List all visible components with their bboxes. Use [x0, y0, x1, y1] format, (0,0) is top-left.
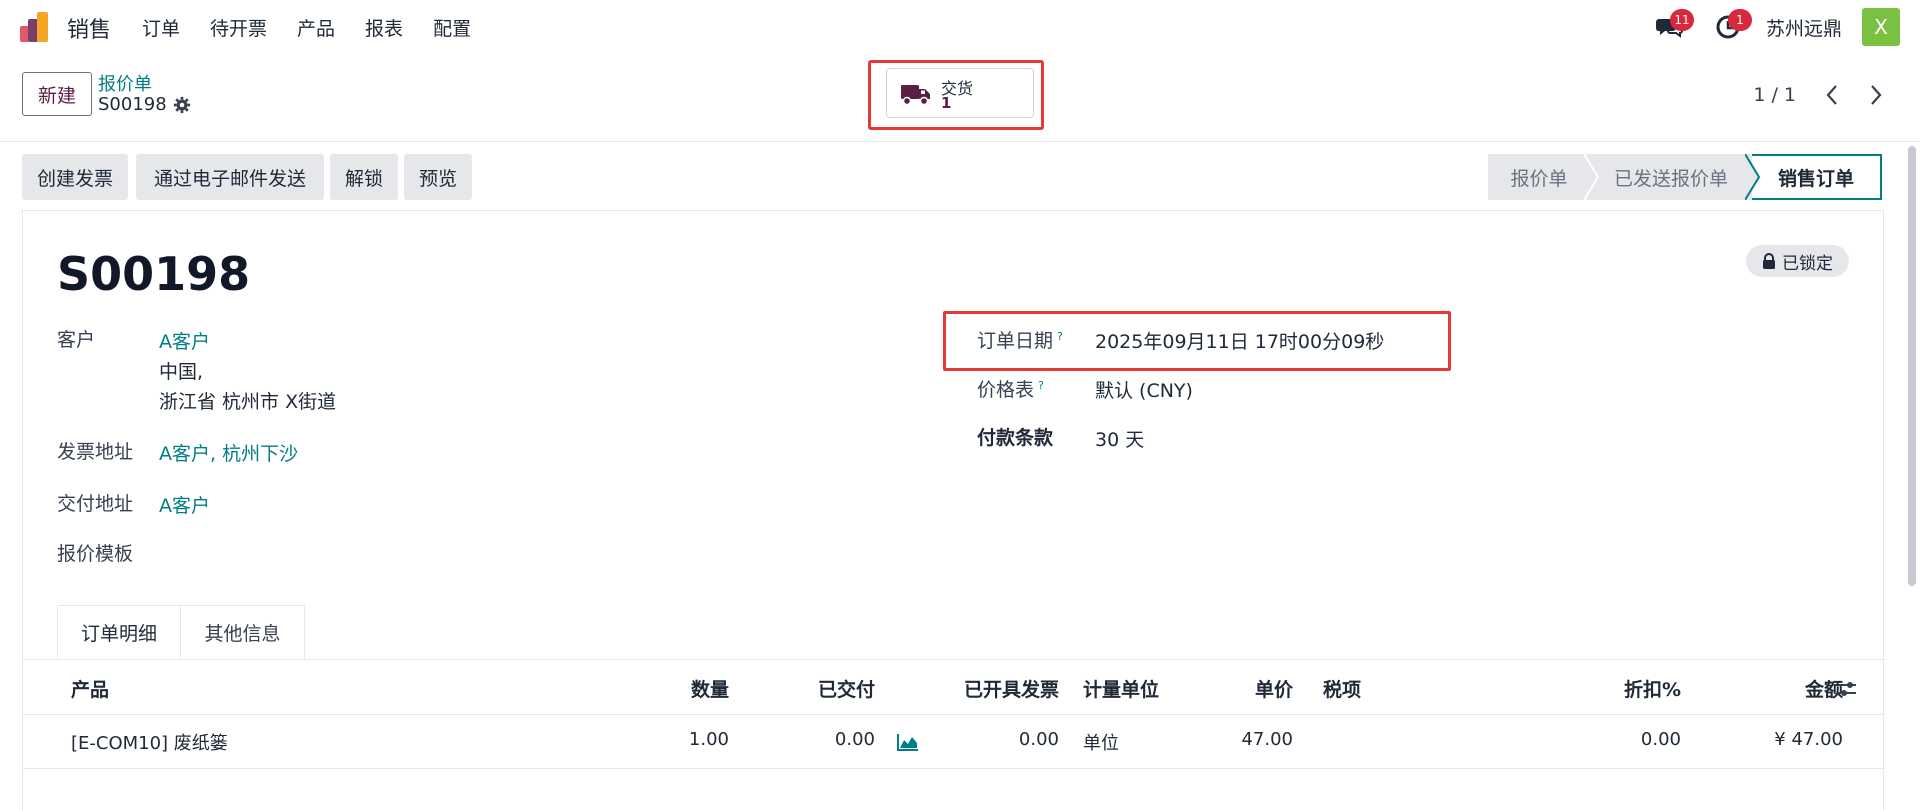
delivery-address-link[interactable]: A客户	[159, 491, 210, 518]
line-invoiced: 0.00	[1018, 729, 1059, 750]
stage-quotation-label: 报价单	[1510, 167, 1568, 190]
col-amount[interactable]: 金额	[1723, 675, 1843, 702]
stage-quotation-sent[interactable]: 已发送报价单	[1590, 154, 1752, 200]
col-invoiced[interactable]: 已开具发票	[943, 675, 1059, 702]
unlock-button[interactable]: 解锁	[330, 154, 398, 200]
record-title: S00198	[57, 247, 251, 301]
pricelist-value[interactable]: 默认 (CNY)	[1095, 376, 1193, 403]
column-settings-icon[interactable]	[1837, 680, 1857, 698]
quotation-template-label: 报价模板	[57, 543, 134, 565]
chevron-left-icon[interactable]	[1822, 82, 1842, 108]
main-menu: 订单 待开票 产品 报表 配置	[142, 14, 501, 41]
notebook-tabs: 订单明细 其他信息	[57, 605, 305, 659]
breadcrumb-current-record: S00198	[98, 94, 191, 115]
control-panel: 新建 报价单 S00198 交货 1 1 / 1	[0, 54, 1920, 142]
menu-configuration[interactable]: 配置	[433, 14, 471, 41]
messages-button[interactable]: 11	[1650, 8, 1694, 46]
forecast-chart-icon[interactable]	[897, 733, 919, 751]
order-date-label: 订单日期?	[977, 326, 1063, 353]
stage-sales-order[interactable]: 销售订单	[1752, 154, 1882, 200]
breadcrumb-quotations[interactable]: 报价单	[98, 70, 152, 96]
col-quantity[interactable]: 数量	[647, 675, 729, 702]
company-switcher[interactable]: 苏州远鼎	[1766, 14, 1842, 41]
col-unit-price[interactable]: 单价	[1213, 675, 1293, 702]
order-date-value[interactable]: 2025年09月11日 17时00分09秒	[1095, 327, 1384, 354]
pager-value[interactable]: 1 / 1	[1753, 84, 1796, 106]
invoice-address-link[interactable]: A客户, 杭州下沙	[159, 439, 298, 466]
truck-icon	[901, 85, 930, 106]
payment-terms-label: 付款条款	[977, 427, 1054, 449]
stage-quotation-sent-label: 已发送报价单	[1613, 167, 1728, 190]
pricelist-help-icon[interactable]: ?	[1038, 379, 1044, 392]
navbar-systray: 11 1 苏州远鼎 X	[1650, 8, 1900, 46]
lock-icon	[1763, 253, 1775, 269]
col-delivered[interactable]: 已交付	[775, 675, 875, 702]
col-taxes[interactable]: 税项	[1323, 675, 1361, 702]
col-discount[interactable]: 折扣%	[1583, 675, 1681, 702]
line-uom[interactable]: 单位	[1083, 729, 1119, 755]
form-action-bar: 创建发票 通过电子邮件发送 解锁 预览 报价单 已发送报价单 销售订单	[0, 142, 1920, 210]
form-sheet: S00198 已锁定 客户 A客户 中国, 浙江省 杭州市 X街道 发票地址 A…	[22, 210, 1885, 810]
activities-badge: 1	[1727, 9, 1752, 31]
customer-label: 客户	[57, 329, 96, 351]
gear-icon[interactable]	[173, 96, 191, 114]
messages-badge: 11	[1669, 9, 1694, 31]
send-by-email-button[interactable]: 通过电子邮件发送	[136, 154, 324, 200]
stage-sales-order-label: 销售订单	[1777, 167, 1854, 190]
breadcrumb-current-label: S00198	[98, 94, 167, 115]
chevron-right-icon[interactable]	[1866, 82, 1886, 108]
delivery-smart-button[interactable]: 交货 1	[886, 68, 1034, 118]
menu-products[interactable]: 产品	[297, 14, 335, 41]
order-date-help-icon[interactable]: ?	[1057, 330, 1063, 343]
table-row[interactable]: [E-COM10] 废纸篓 1.00 0.00 0.00 单位 47.00 0.…	[23, 715, 1885, 769]
stage-arrow-2	[1745, 154, 1761, 200]
customer-address-line1: 中国,	[159, 361, 204, 383]
new-button[interactable]: 新建	[22, 72, 92, 116]
invoice-address-label: 发票地址	[57, 441, 134, 463]
delivery-count: 1	[941, 94, 952, 112]
col-product[interactable]: 产品	[71, 675, 109, 702]
status-bar: 报价单 已发送报价单 销售订单	[1488, 154, 1882, 200]
line-quantity[interactable]: 1.00	[647, 729, 729, 750]
customer-link[interactable]: A客户	[159, 327, 210, 354]
line-delivered: 0.00	[834, 729, 875, 750]
tab-other-info[interactable]: 其他信息	[181, 605, 305, 659]
locked-badge: 已锁定	[1746, 245, 1849, 277]
preview-button[interactable]: 预览	[404, 154, 472, 200]
tab-order-lines[interactable]: 订单明细	[57, 605, 181, 659]
stage-arrow-1	[1584, 154, 1600, 200]
delivery-address-label: 交付地址	[57, 493, 134, 515]
payment-terms-value[interactable]: 30 天	[1095, 425, 1144, 452]
line-discount[interactable]: 0.00	[1583, 729, 1681, 750]
activities-button[interactable]: 1	[1708, 8, 1752, 46]
line-amount: ¥ 47.00	[1774, 729, 1843, 750]
locked-label: 已锁定	[1782, 253, 1833, 274]
menu-to-invoice[interactable]: 待开票	[210, 14, 267, 41]
sales-app-icon[interactable]	[20, 12, 52, 42]
menu-reporting[interactable]: 报表	[365, 14, 403, 41]
col-uom[interactable]: 计量单位	[1083, 675, 1159, 702]
line-unit-price[interactable]: 47.00	[1213, 729, 1293, 750]
order-date-label-text: 订单日期	[977, 330, 1054, 352]
user-avatar[interactable]: X	[1862, 8, 1900, 46]
create-invoice-button[interactable]: 创建发票	[22, 154, 128, 200]
top-navbar: 销售 订单 待开票 产品 报表 配置 11 1 苏州远鼎 X	[0, 0, 1920, 54]
customer-address-line2: 浙江省 杭州市 X街道	[159, 391, 337, 413]
stage-quotation[interactable]: 报价单	[1488, 154, 1590, 200]
order-lines-header: 产品 数量 已交付 已开具发票 计量单位 单价 税项 折扣% 金额	[23, 659, 1885, 715]
pricelist-label: 价格表?	[977, 375, 1044, 402]
line-product[interactable]: [E-COM10] 废纸篓	[71, 729, 228, 755]
menu-orders[interactable]: 订单	[142, 14, 180, 41]
app-name[interactable]: 销售	[67, 12, 111, 44]
pricelist-label-text: 价格表	[977, 379, 1035, 401]
page-scrollbar[interactable]	[1908, 146, 1916, 586]
